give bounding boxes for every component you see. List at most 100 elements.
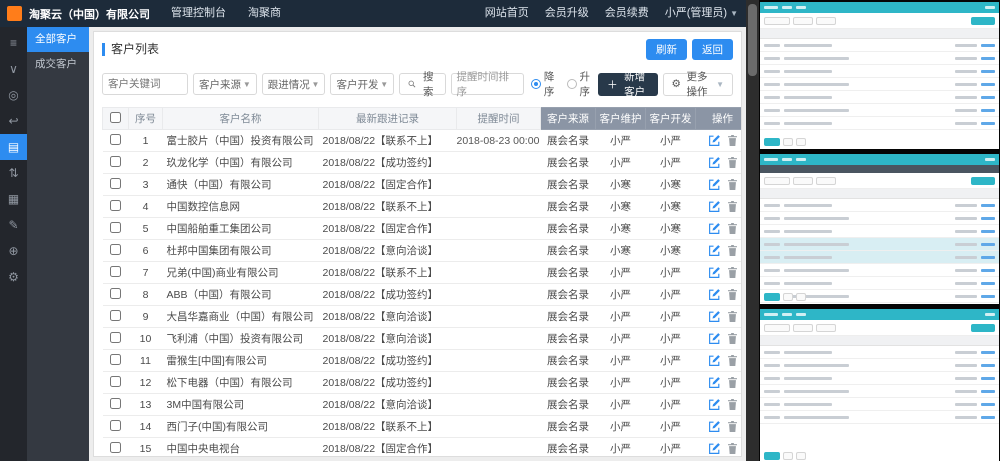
page-scrollbar[interactable] (746, 0, 759, 461)
edit-button[interactable] (708, 332, 721, 345)
delete-button[interactable] (727, 156, 738, 169)
edit-button[interactable] (708, 134, 721, 147)
search-button[interactable]: 搜索 (399, 73, 445, 95)
row-checkbox[interactable] (110, 420, 121, 431)
col-header-name: 客户名称 (163, 108, 319, 130)
edit-button[interactable] (708, 442, 721, 455)
refresh-button[interactable]: 刷新 (646, 39, 687, 60)
keyword-input[interactable] (102, 73, 188, 95)
dashboard-icon[interactable]: ◎ (0, 82, 27, 108)
row-checkbox[interactable] (110, 310, 121, 321)
row-checkbox[interactable] (110, 266, 121, 277)
add-customer-button[interactable]: ＋ 新增客户 (598, 73, 657, 96)
transfer-icon[interactable]: ⇅ (0, 160, 27, 186)
actions-cell (696, 328, 742, 350)
edit-button[interactable] (708, 156, 721, 169)
edit-button[interactable] (708, 200, 721, 213)
developer-cell: 小严 (646, 438, 696, 457)
developer-select[interactable]: 客户开发 ▼ (330, 73, 394, 95)
nav-item-renew[interactable]: 会员续费 (597, 0, 657, 27)
delete-button[interactable] (727, 222, 738, 235)
followup-select[interactable]: 跟进情况 ▼ (262, 73, 326, 95)
customer-name-cell: 雷猴生[中国]有限公司 (163, 350, 319, 372)
select-all-checkbox[interactable] (110, 112, 121, 123)
edit-button[interactable] (708, 266, 721, 279)
edit-button[interactable] (708, 310, 721, 323)
settings-icon[interactable]: ⚙ (0, 264, 27, 290)
nav-item-home[interactable]: 网站首页 (477, 0, 537, 27)
developer-cell: 小寒 (646, 218, 696, 240)
sidebar-item-all-customers[interactable]: 全部客户 (27, 27, 89, 52)
col-header-keeper[interactable]: 客户维护 (596, 108, 646, 130)
edit-button[interactable] (708, 178, 721, 191)
row-checkbox[interactable] (110, 376, 121, 387)
row-checkbox[interactable] (110, 134, 121, 145)
edit-button[interactable] (708, 222, 721, 235)
more-actions-button[interactable]: ⚙ 更多操作 ▼ (663, 73, 733, 96)
keeper-cell: 小严 (596, 152, 646, 174)
delete-button[interactable] (727, 332, 738, 345)
user-menu[interactable]: 小严(管理员)▼ (657, 0, 746, 27)
row-checkbox[interactable] (110, 332, 121, 343)
edit-button[interactable] (708, 288, 721, 301)
row-checkbox[interactable] (110, 222, 121, 233)
customer-name-cell: 兄弟(中国)商业有限公司 (163, 262, 319, 284)
scrollbar-thumb[interactable] (748, 4, 757, 76)
edit-button[interactable] (708, 376, 721, 389)
delete-button[interactable] (727, 376, 738, 389)
delete-button[interactable] (727, 420, 738, 433)
nav-item-console[interactable]: 管理控制台 (160, 0, 237, 27)
filter-bar: 客户来源 ▼ 跟进情况 ▼ 客户开发 ▼ 搜索 提醒时间排序 (94, 65, 741, 107)
thumbnail-toolbar (760, 13, 999, 29)
table-row: 15中国中央电视台2018/08/22【固定合作】展会名录小严小严 (103, 438, 742, 457)
delete-button[interactable] (727, 200, 738, 213)
add-icon[interactable]: ⊕ (0, 238, 27, 264)
back-button[interactable]: 返回 (692, 39, 733, 60)
nav-item-shop[interactable]: 淘聚商 (237, 0, 292, 27)
nav-item-upgrade[interactable]: 会员升级 (537, 0, 597, 27)
col-header-developer[interactable]: 客户开发 (646, 108, 696, 130)
edit-icon (708, 310, 721, 323)
delete-button[interactable] (727, 288, 738, 301)
row-checkbox[interactable] (110, 178, 121, 189)
row-checkbox[interactable] (110, 354, 121, 365)
col-header-no: 序号 (129, 108, 163, 130)
row-checkbox[interactable] (110, 200, 121, 211)
table-row: 7兄弟(中国)商业有限公司2018/08/22【联系不上】展会名录小严小严 (103, 262, 742, 284)
delete-button[interactable] (727, 266, 738, 279)
row-checkbox[interactable] (110, 288, 121, 299)
remind-sort-box[interactable]: 提醒时间排序 (451, 73, 524, 95)
row-checkbox[interactable] (110, 398, 121, 409)
row-checkbox[interactable] (110, 156, 121, 167)
delete-button[interactable] (727, 134, 738, 147)
edit-icon[interactable]: ✎ (0, 212, 27, 238)
grid-icon[interactable]: ▦ (0, 186, 27, 212)
sort-desc-label: 降序 (544, 69, 558, 99)
row-checkbox[interactable] (110, 244, 121, 255)
row-checkbox[interactable] (110, 442, 121, 453)
menu-icon[interactable]: ≡ (0, 30, 27, 56)
delete-button[interactable] (727, 398, 738, 411)
edit-button[interactable] (708, 398, 721, 411)
source-select[interactable]: 客户来源 ▼ (193, 73, 257, 95)
delete-button[interactable] (727, 442, 738, 455)
delete-button[interactable] (727, 310, 738, 323)
delete-button[interactable] (727, 244, 738, 257)
sidebar-item-deal-customers[interactable]: 成交客户 (27, 52, 89, 77)
thumbnail-header-bar (760, 2, 999, 13)
delete-button[interactable] (727, 354, 738, 367)
user-name: 小严(管理员) (665, 7, 727, 19)
edit-button[interactable] (708, 354, 721, 367)
sort-asc-radio[interactable]: 升序 (567, 69, 594, 99)
source-cell: 展会名录 (541, 306, 596, 328)
back-icon[interactable]: ↩ (0, 108, 27, 134)
col-header-source[interactable]: 客户来源 (541, 108, 596, 130)
sort-desc-radio[interactable]: 降序 (531, 69, 558, 99)
col-header-record: 最新跟进记录 (319, 108, 457, 130)
delete-button[interactable] (727, 178, 738, 191)
edit-button[interactable] (708, 420, 721, 433)
row-number-cell: 2 (129, 152, 163, 174)
customer-list-icon[interactable]: ▤ (0, 134, 27, 160)
edit-button[interactable] (708, 244, 721, 257)
collapse-icon[interactable]: ∨ (0, 56, 27, 82)
